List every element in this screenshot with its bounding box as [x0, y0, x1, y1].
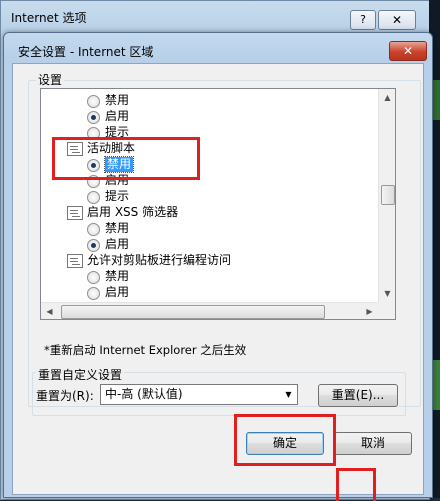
radio-button[interactable]	[87, 95, 100, 108]
category-label: 活动脚本	[87, 141, 136, 155]
category-label: 启用 XSS 筛选器	[87, 205, 179, 219]
horizontal-scroll-thumb[interactable]	[61, 305, 325, 319]
outer-close-button[interactable]: ✕	[378, 10, 416, 30]
restart-note: *重新启动 Internet Explorer 之后生效	[44, 343, 247, 357]
dialog-title: 安全设置 - Internet 区域	[18, 45, 154, 59]
radio-label: 禁用	[103, 156, 135, 173]
settings-list[interactable]: 禁用 启用 提示 活动脚本 禁用 启用 提示 启用 XSS 筛选器 禁用 启用 允许对剪贴板进行编程…	[40, 88, 396, 320]
radio-label: 启用	[105, 173, 130, 187]
radio-label: 禁用	[105, 93, 130, 107]
radio-button[interactable]	[87, 223, 100, 236]
settings-category-icon	[67, 142, 83, 156]
radio-button[interactable]	[87, 159, 100, 172]
ok-button[interactable]: 确定	[246, 432, 324, 455]
help-button[interactable]: ?	[350, 10, 376, 30]
reset-group-label: 重置自定义设置	[36, 366, 125, 383]
scroll-right-icon[interactable]: ▶	[361, 303, 378, 319]
radio-button[interactable]	[87, 239, 100, 252]
scroll-up-icon[interactable]: ▲	[379, 89, 395, 106]
category-label: 允许对剪贴板进行编程访问	[87, 253, 232, 267]
radio-label: 提示	[105, 189, 130, 203]
radio-label: 禁用	[105, 221, 130, 235]
reset-level-select[interactable]: 中-高 (默认值) ▼	[100, 384, 298, 405]
vertical-scroll-thumb[interactable]	[381, 185, 395, 205]
radio-button[interactable]	[87, 175, 100, 188]
radio-button[interactable]	[87, 127, 100, 140]
scroll-down-icon[interactable]: ▼	[379, 285, 395, 302]
horizontal-scrollbar[interactable]: ◀ ▶	[41, 302, 378, 319]
reset-level-value: 中-高 (默认值)	[105, 387, 183, 401]
radio-button[interactable]	[87, 271, 100, 284]
radio-label: 启用	[105, 237, 130, 251]
radio-button[interactable]	[87, 287, 100, 300]
radio-button[interactable]	[87, 111, 100, 124]
settings-label: 设置	[36, 71, 65, 88]
outer-window-title: Internet 选项	[11, 11, 87, 25]
settings-category-icon	[67, 206, 83, 220]
settings-category-icon	[67, 254, 83, 268]
vertical-scrollbar[interactable]: ▲ ▼	[378, 89, 395, 319]
radio-label: 禁用	[105, 269, 130, 283]
radio-label: 提示	[105, 125, 130, 139]
scroll-left-icon[interactable]: ◀	[41, 303, 58, 319]
chevron-down-icon[interactable]: ▼	[280, 385, 297, 404]
radio-button[interactable]	[87, 191, 100, 204]
dialog-close-button[interactable]: ✕	[389, 41, 427, 61]
cancel-button[interactable]: 取消	[334, 432, 412, 455]
reset-to-label: 重置为(R):	[36, 389, 94, 403]
radio-label: 启用	[105, 109, 130, 123]
radio-label: 启用	[105, 285, 130, 299]
reset-button[interactable]: 重置(E)...	[318, 384, 398, 407]
scroll-corner	[378, 302, 395, 319]
